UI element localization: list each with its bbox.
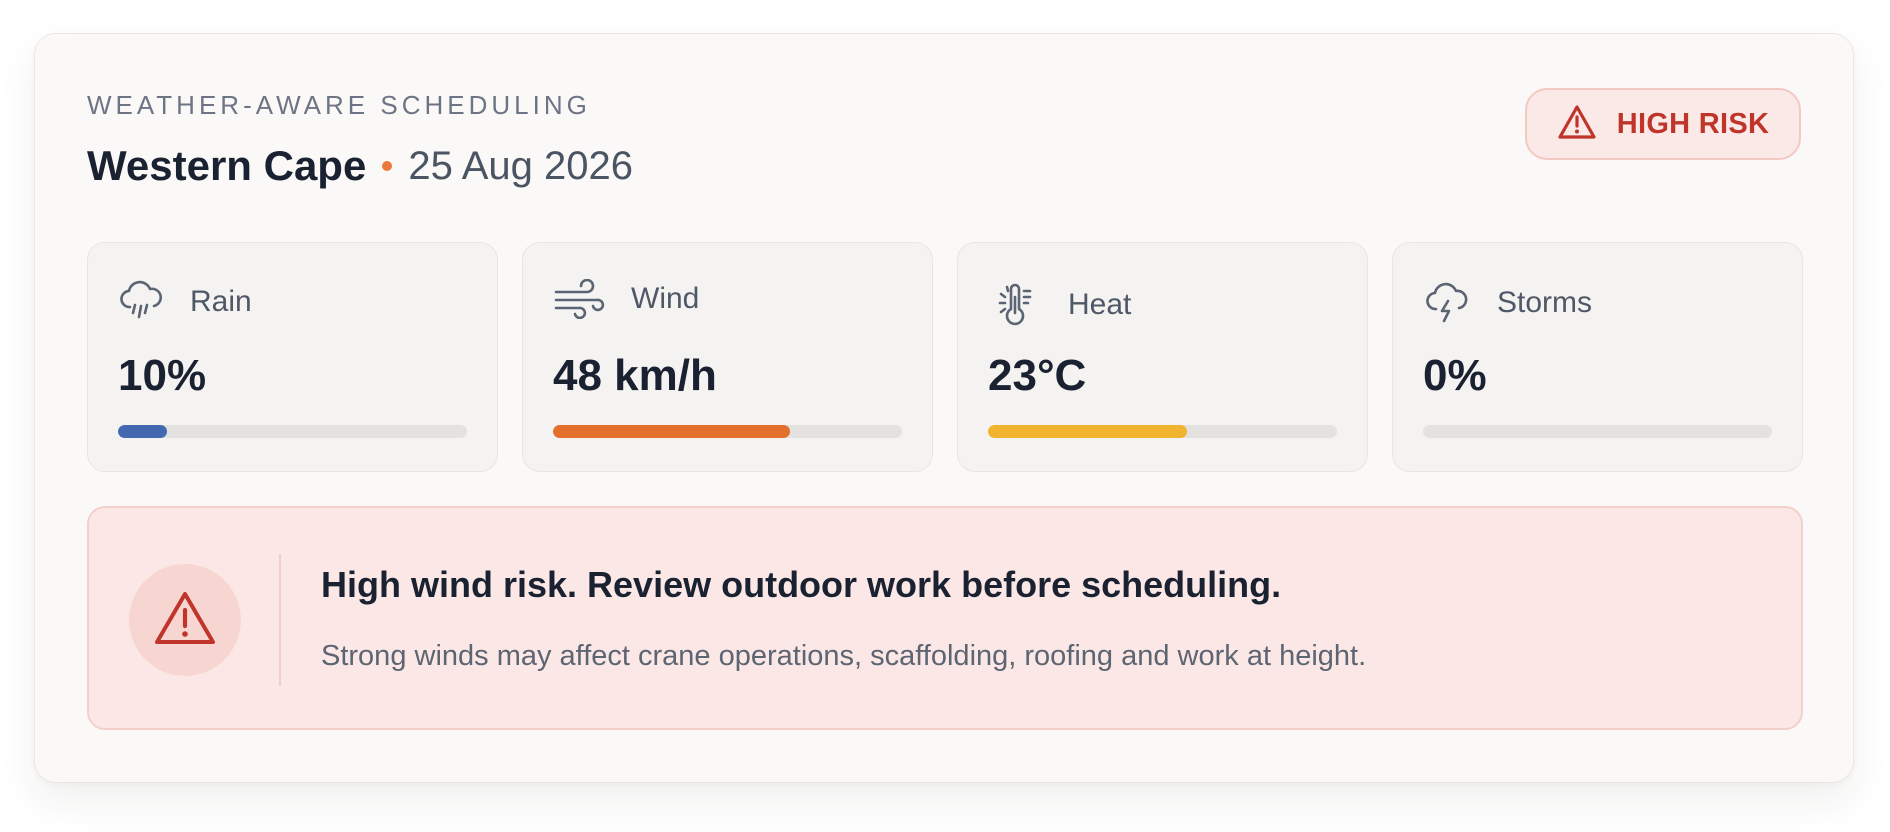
separator-dot	[382, 161, 393, 171]
metric-level-fill	[553, 425, 791, 438]
metric-card-rain: Rain 10%	[87, 242, 498, 472]
alert-icon-badge	[129, 564, 241, 676]
storm-cloud-icon	[1423, 279, 1471, 327]
region-title: Western Cape	[87, 142, 367, 189]
metric-name: Heat	[1068, 288, 1132, 321]
metric-card-heat: Heat 23°C	[957, 242, 1368, 472]
card-eyebrow: WEATHER-AWARE SCHEDULING	[87, 90, 591, 120]
thermometer-icon	[988, 279, 1042, 331]
metric-value: 0%	[1423, 351, 1487, 400]
location-date-row: Western Cape 25 Aug 2026	[87, 142, 633, 190]
alert-divider	[279, 554, 281, 686]
metric-value: 48 km/h	[553, 351, 717, 400]
wind-icon	[553, 279, 605, 319]
alert-body: Strong winds may affect crane operations…	[321, 640, 1367, 672]
risk-level-label: HIGH RISK	[1616, 107, 1770, 140]
rain-cloud-icon	[118, 279, 164, 325]
metric-level-fill	[988, 425, 1187, 438]
alert-headline: High wind risk. Review outdoor work befo…	[321, 564, 1282, 605]
metric-level-fill	[118, 425, 167, 438]
warning-triangle-icon	[153, 590, 217, 651]
metric-value: 23°C	[988, 351, 1087, 400]
risk-level-badge[interactable]: HIGH RISK	[1525, 88, 1801, 160]
weather-scheduling-card: WEATHER-AWARE SCHEDULING Western Cape 25…	[34, 33, 1854, 783]
warning-triangle-icon	[1557, 104, 1597, 145]
metric-value: 10%	[118, 351, 207, 400]
metric-name: Rain	[190, 285, 252, 318]
schedule-date: 25 Aug 2026	[408, 143, 633, 188]
metric-level-bar	[553, 425, 902, 438]
metric-card-wind: Wind 48 km/h	[522, 242, 933, 472]
metric-name: Storms	[1497, 286, 1593, 319]
wind-risk-alert: High wind risk. Review outdoor work befo…	[87, 506, 1803, 730]
metric-level-bar	[1423, 425, 1772, 438]
weather-metrics: Rain 10% Wind 48 km/h Heat 23°C Storms 0…	[87, 242, 1803, 472]
metric-card-storms: Storms 0%	[1392, 242, 1803, 472]
metric-level-bar	[988, 425, 1337, 438]
metric-name: Wind	[631, 282, 700, 315]
metric-level-bar	[118, 425, 467, 438]
